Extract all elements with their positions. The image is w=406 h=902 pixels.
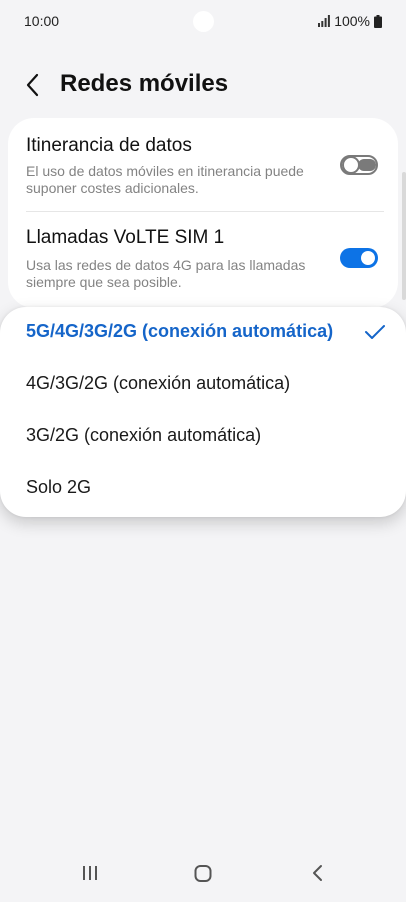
signal-icon: [318, 15, 331, 27]
status-indicators: 100%: [318, 13, 382, 29]
option-label: 3G/2G (conexión automática): [26, 425, 262, 445]
back-icon: [313, 865, 322, 881]
volte-toggle[interactable]: [340, 248, 378, 268]
camera-cutout: [193, 11, 214, 32]
setting-row-data-roaming[interactable]: Itinerancia de datos El uso de datos móv…: [8, 118, 398, 210]
settings-card: Itinerancia de datos El uso de datos móv…: [8, 118, 398, 308]
toggle-track-fill: [358, 159, 376, 171]
app-header: Redes móviles: [0, 60, 406, 110]
recents-icon: [83, 866, 97, 880]
setting-row-volte[interactable]: Llamadas VoLTE SIM 1 Usa las redes de da…: [8, 212, 398, 304]
network-option-2g[interactable]: Solo 2G: [0, 463, 406, 515]
network-option-5g[interactable]: 5G/4G/3G/2G (conexión automática): [0, 307, 406, 359]
setting-title: Itinerancia de datos: [26, 135, 192, 156]
option-label: 5G/4G/3G/2G (conexión automática): [26, 321, 334, 341]
home-icon: [194, 865, 212, 882]
setting-description: El uso de datos móviles en itinerancia p…: [26, 163, 304, 196]
setting-description: Usa las redes de datos 4G para las llama…: [26, 257, 306, 290]
battery-icon: [374, 14, 382, 28]
recents-button[interactable]: [70, 858, 110, 888]
scrollbar[interactable]: [402, 172, 406, 300]
network-mode-dropdown: 5G/4G/3G/2G (conexión automática) 4G/3G/…: [0, 307, 406, 517]
system-back-button[interactable]: [297, 858, 337, 888]
data-roaming-toggle[interactable]: [340, 155, 378, 175]
navigation-bar: [0, 846, 406, 902]
option-label: 4G/3G/2G (conexión automática): [26, 373, 291, 393]
home-button[interactable]: [183, 858, 223, 888]
network-option-3g[interactable]: 3G/2G (conexión automática): [0, 411, 406, 463]
battery-percentage: 100%: [334, 13, 370, 29]
chevron-left-icon: [26, 73, 39, 97]
check-icon: [365, 325, 385, 339]
status-time: 10:00: [24, 13, 60, 29]
status-bar: 10:00 100%: [0, 0, 406, 44]
network-option-4g[interactable]: 4G/3G/2G (conexión automática): [0, 359, 406, 411]
setting-title: Llamadas VoLTE SIM 1: [26, 227, 225, 248]
page-title: Redes móviles: [60, 70, 229, 97]
toggle-knob: [342, 156, 360, 174]
toggle-knob: [359, 249, 377, 267]
back-button[interactable]: [18, 70, 48, 100]
option-label: Solo 2G: [26, 477, 92, 497]
